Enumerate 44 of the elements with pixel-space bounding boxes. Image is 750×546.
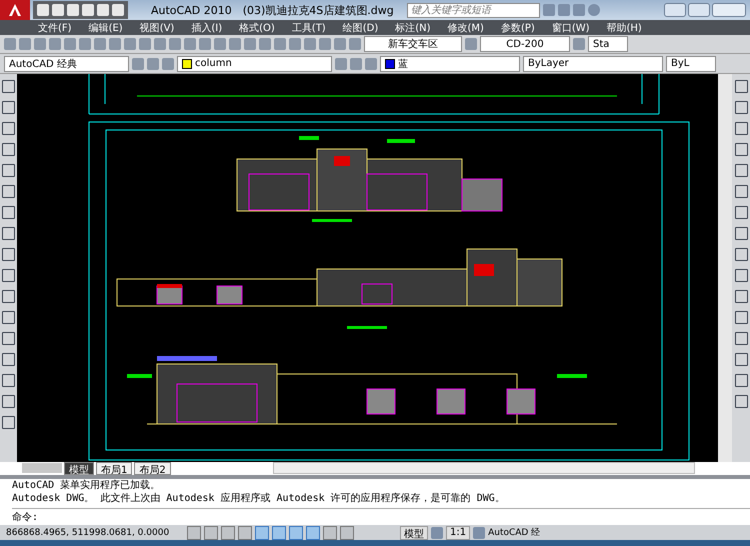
horizontal-scrollbar[interactable] xyxy=(272,462,695,474)
workspace-label: AutoCAD 经 xyxy=(488,526,540,540)
layer-color-swatch xyxy=(182,58,192,69)
menu-item[interactable]: 帮助(H) xyxy=(606,20,642,35)
minimize-button[interactable] xyxy=(664,3,686,17)
menu-item[interactable]: 工具(T) xyxy=(292,20,326,35)
command-history-line: Autodesk DWG。 此文件上次由 Autodesk 应用程序或 Autodesk 许可的应用程序保存，是可靠的 DWG。 xyxy=(12,492,506,506)
lineweight-dropdown[interactable]: ByL xyxy=(666,56,716,72)
menu-item[interactable]: 格式(O) xyxy=(239,20,275,35)
color-dropdown[interactable]: 蓝 xyxy=(380,56,520,72)
model-button[interactable]: 模型 xyxy=(400,526,428,540)
app-logo[interactable] xyxy=(0,0,30,20)
linetype-dropdown[interactable]: ByLayer xyxy=(523,56,663,72)
workspace-dropdown[interactable]: AutoCAD 经典 xyxy=(4,56,129,72)
command-history-line: AutoCAD 菜单实用程序已加载。 xyxy=(12,479,162,492)
vertical-scrollbar[interactable] xyxy=(718,74,732,462)
command-prompt[interactable]: 命令: xyxy=(12,508,750,524)
layout-tab[interactable]: 布局1 xyxy=(96,462,132,475)
maximize-button[interactable] xyxy=(688,3,710,17)
menu-item[interactable]: 窗口(W) xyxy=(552,20,590,35)
color-swatch xyxy=(385,58,395,69)
layer-dropdown[interactable]: column xyxy=(177,56,332,72)
close-button[interactable] xyxy=(712,3,746,17)
menu-item[interactable]: 插入(I) xyxy=(191,20,222,35)
menu-item[interactable]: 修改(M) xyxy=(448,20,484,35)
window-title: AutoCAD 2010 xyxy=(151,4,232,16)
color-name: 蓝 xyxy=(398,58,408,71)
file-name: (03)凯迪拉克4S店建筑图.dwg xyxy=(242,2,394,18)
drawing-canvas[interactable] xyxy=(17,74,732,462)
layout-tab[interactable]: 模型 xyxy=(64,462,94,475)
search-field[interactable]: 键入关键字或短语 xyxy=(406,2,540,18)
menu-item[interactable]: 绘图(D) xyxy=(342,20,378,35)
layout-tab[interactable]: 布局2 xyxy=(134,462,171,475)
layer-name: column xyxy=(195,58,232,70)
menu-item[interactable]: 编辑(E) xyxy=(88,20,123,35)
menu-item[interactable]: 视图(V) xyxy=(140,20,174,35)
menu-item[interactable]: 参数(P) xyxy=(500,20,535,35)
dimension-style-dropdown[interactable]: CD-200 xyxy=(480,36,570,52)
annotation-scale-button[interactable]: 1:1 xyxy=(446,526,470,540)
table-style-dropdown[interactable]: Sta xyxy=(588,36,628,52)
menu-item[interactable]: 文件(F) xyxy=(38,20,72,35)
coordinates-readout: 866868.4965, 511998.0681, 0.0000 xyxy=(6,528,170,538)
text-style-dropdown[interactable]: 新车交车区 xyxy=(364,36,462,52)
menu-item[interactable]: 标注(N) xyxy=(395,20,431,35)
